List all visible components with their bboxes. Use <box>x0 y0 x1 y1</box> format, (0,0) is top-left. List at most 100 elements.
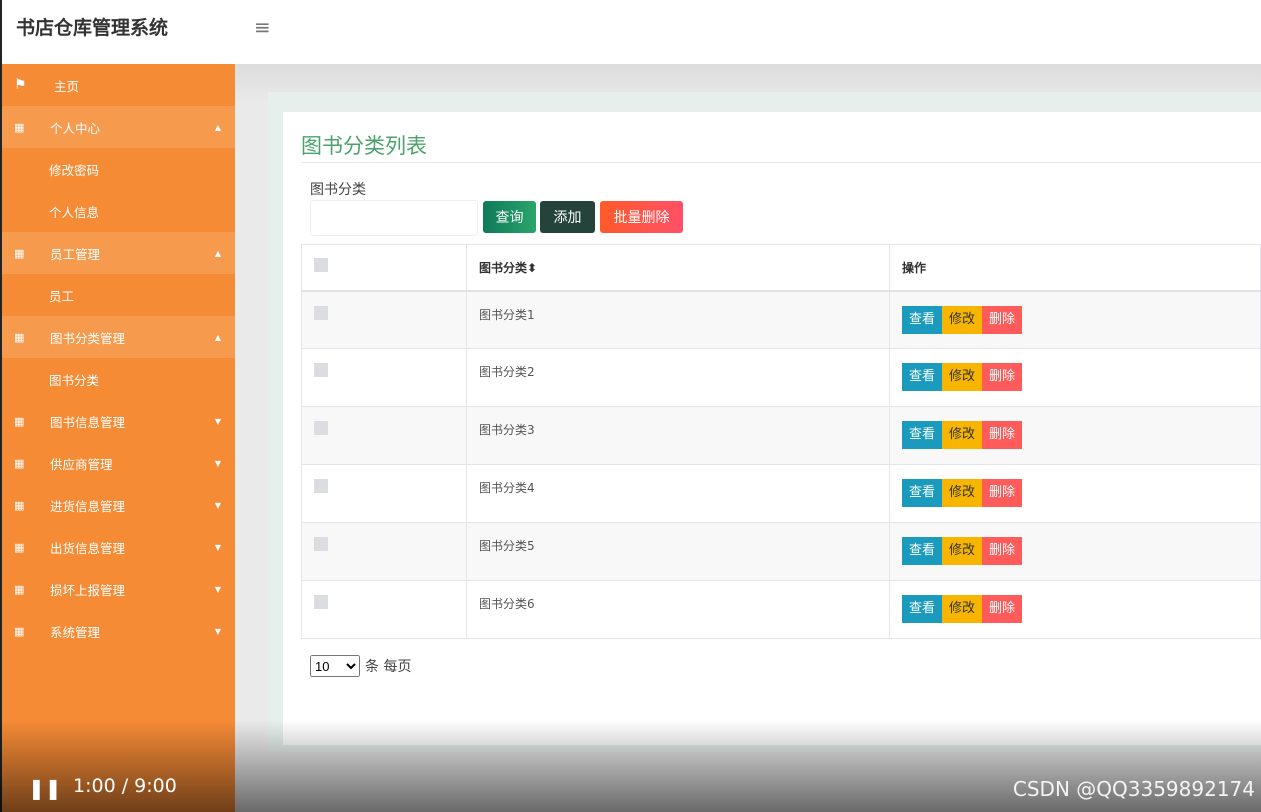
grid-icon: ▦ <box>14 414 25 428</box>
table-row: 图书分类2 查看 修改 删除 <box>301 348 1261 407</box>
row-checkbox[interactable] <box>314 595 328 609</box>
sidebar-item[interactable]: ⚑ 主页 <box>2 64 235 106</box>
category-cell: 图书分类5 <box>466 522 890 581</box>
column-label: 图书分类 <box>479 260 528 275</box>
view-button[interactable]: 查看 <box>902 537 943 565</box>
checkbox-cell <box>301 522 467 581</box>
category-search-input[interactable] <box>310 200 478 236</box>
sidebar: ⚑ 主页 ▦ 个人中心 ▲ 修改密码 个人信息 ▦ 员工管理 ▲ 员工 ▦ 图书分类管理 ▲ 图书分类 ▦ 图书… <box>0 64 235 812</box>
sidebar-item[interactable]: 个人信息 <box>2 190 235 232</box>
top-header: 书店仓库管理系统 ≡ <box>0 0 1261 64</box>
category-table: 图书分类⬍ 操作 图书分类1 查看 修改 删除 图书分类2 查看 修改 删除 图书分类3… <box>301 244 1261 639</box>
actions-cell: 查看 修改 删除 <box>889 522 1261 581</box>
view-button[interactable]: 查看 <box>902 363 943 391</box>
caret-down-icon: ▼ <box>214 500 221 510</box>
sidebar-item[interactable]: ▦ 图书分类管理 ▲ <box>2 316 235 358</box>
checkbox-cell <box>301 406 467 465</box>
edit-button[interactable]: 修改 <box>942 537 983 565</box>
sidebar-item-label: 图书信息管理 <box>50 414 126 430</box>
sidebar-item[interactable]: 员工 <box>2 274 235 316</box>
page-size-select[interactable]: 10 <box>310 655 360 677</box>
query-button[interactable]: 查询 <box>483 201 536 233</box>
column-header-actions: 操作 <box>889 244 1261 292</box>
sidebar-item-label: 个人中心 <box>50 120 101 136</box>
pause-icon[interactable]: ❚❚ <box>28 776 62 800</box>
select-all-checkbox[interactable] <box>314 257 328 272</box>
sidebar-item[interactable]: 修改密码 <box>2 148 235 190</box>
category-cell: 图书分类6 <box>466 580 890 639</box>
delete-button[interactable]: 删除 <box>982 479 1023 507</box>
divider <box>301 162 1261 163</box>
edit-button[interactable]: 修改 <box>942 305 983 334</box>
category-cell: 图书分类1 <box>466 290 890 349</box>
delete-button[interactable]: 删除 <box>982 363 1023 391</box>
edit-button[interactable]: 修改 <box>942 595 983 623</box>
edit-button[interactable]: 修改 <box>942 479 983 507</box>
add-button[interactable]: 添加 <box>540 201 595 233</box>
table-row: 图书分类4 查看 修改 删除 <box>301 464 1261 523</box>
flag-icon: ⚑ <box>14 77 27 93</box>
watermark: CSDN @QQ3359892174 <box>1012 777 1255 801</box>
sidebar-item[interactable]: ▦ 系统管理 ▼ <box>2 610 235 652</box>
view-button[interactable]: 查看 <box>902 479 943 507</box>
delete-button[interactable]: 删除 <box>982 421 1023 449</box>
sidebar-item[interactable]: ▦ 供应商管理 ▼ <box>2 442 235 484</box>
category-cell: 图书分类3 <box>466 406 890 465</box>
table-row: 图书分类1 查看 修改 删除 <box>301 290 1261 349</box>
app-title: 书店仓库管理系统 <box>16 17 169 39</box>
sidebar-item[interactable]: ▦ 员工管理 ▲ <box>2 232 235 274</box>
sidebar-item-label: 图书分类 <box>49 372 100 388</box>
table-row: 图书分类5 查看 修改 删除 <box>301 522 1261 581</box>
delete-button[interactable]: 删除 <box>982 595 1023 623</box>
batch-delete-button[interactable]: 批量删除 <box>600 201 683 233</box>
grid-icon: ▦ <box>14 456 25 470</box>
sidebar-item-label: 进货信息管理 <box>50 498 126 514</box>
checkbox-cell <box>301 464 467 523</box>
category-cell: 图书分类2 <box>466 348 890 407</box>
row-checkbox[interactable] <box>314 537 328 551</box>
sidebar-item[interactable]: 图书分类 <box>2 358 235 400</box>
view-button[interactable]: 查看 <box>902 305 943 334</box>
row-checkbox[interactable] <box>314 363 328 377</box>
pagination: 10 条 每页 <box>310 655 411 677</box>
sort-icon[interactable]: ⬍ <box>527 261 537 275</box>
hamburger-menu-icon[interactable]: ≡ <box>254 17 272 37</box>
view-button[interactable]: 查看 <box>902 595 943 623</box>
sidebar-item[interactable]: ▦ 个人中心 ▲ <box>2 106 235 148</box>
grid-icon: ▦ <box>14 624 25 638</box>
delete-button[interactable]: 删除 <box>982 537 1023 565</box>
actions-cell: 查看 修改 删除 <box>889 290 1261 349</box>
edit-button[interactable]: 修改 <box>942 363 983 391</box>
sidebar-item[interactable]: ▦ 进货信息管理 ▼ <box>2 484 235 526</box>
delete-button[interactable]: 删除 <box>982 305 1023 334</box>
sidebar-item-label: 损坏上报管理 <box>50 582 126 598</box>
sidebar-item-label: 修改密码 <box>49 162 100 178</box>
sidebar-item-label: 主页 <box>54 78 80 94</box>
caret-down-icon: ▼ <box>214 416 221 426</box>
sidebar-item[interactable]: ▦ 出货信息管理 ▼ <box>2 526 235 568</box>
grid-icon: ▦ <box>14 582 25 596</box>
grid-icon: ▦ <box>14 540 25 554</box>
row-checkbox[interactable] <box>314 421 328 435</box>
column-header-category[interactable]: 图书分类⬍ <box>466 244 890 292</box>
page-size-label: 条 每页 <box>365 659 412 675</box>
video-time: 1:00 / 9:00 <box>73 775 177 797</box>
table-row: 图书分类3 查看 修改 删除 <box>301 406 1261 465</box>
checkbox-cell <box>301 580 467 639</box>
sidebar-item[interactable]: ▦ 损坏上报管理 ▼ <box>2 568 235 610</box>
caret-down-icon: ▼ <box>214 458 221 468</box>
caret-down-icon: ▼ <box>214 542 221 552</box>
edit-button[interactable]: 修改 <box>942 421 983 449</box>
view-button[interactable]: 查看 <box>902 421 943 449</box>
row-checkbox[interactable] <box>314 479 328 493</box>
grid-icon: ▦ <box>14 120 25 134</box>
grid-icon: ▦ <box>14 246 25 260</box>
checkbox-cell <box>301 290 467 349</box>
sidebar-item-label: 个人信息 <box>49 204 100 220</box>
actions-cell: 查看 修改 删除 <box>889 406 1261 465</box>
actions-cell: 查看 修改 删除 <box>889 348 1261 407</box>
sidebar-item[interactable]: ▦ 图书信息管理 ▼ <box>2 400 235 442</box>
checkbox-cell <box>301 348 467 407</box>
row-checkbox[interactable] <box>314 305 328 320</box>
content-card: 图书分类列表 图书分类 查询 添加 批量删除 图书分类⬍ 操作 图书分类1 查看… <box>283 112 1261 745</box>
